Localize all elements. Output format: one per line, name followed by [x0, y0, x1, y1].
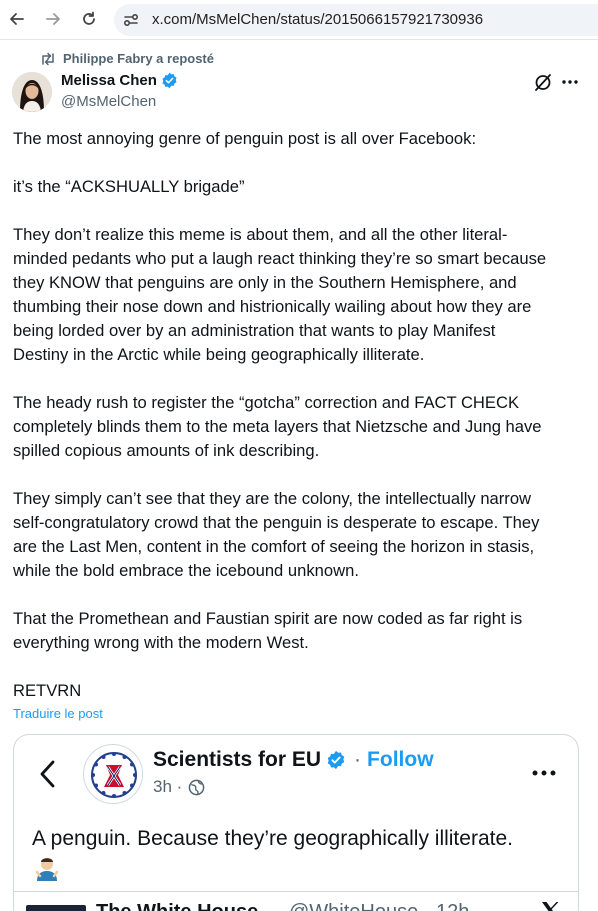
- quoted-avatar: [83, 744, 143, 804]
- url-text[interactable]: x.com/MsMelChen/status/20150661579217309…: [152, 11, 483, 28]
- avatar-photo: [12, 72, 52, 112]
- verified-badge-icon: [327, 750, 345, 770]
- tweet-paragraph: That the Promethean and Faustian spirit …: [13, 609, 523, 652]
- back-button[interactable]: [6, 8, 28, 30]
- quoted-author-name[interactable]: Scientists for EU: [153, 748, 321, 772]
- separator-dot: ·: [354, 748, 362, 771]
- reload-button[interactable]: [78, 8, 100, 30]
- person-shrugging-emoji-icon: [35, 858, 59, 881]
- quoted-divider: [14, 891, 578, 892]
- quoted-timestamp-row: 3h ·: [153, 777, 205, 797]
- nested-quote-handle: @WhiteHouse · 12h: [289, 901, 469, 911]
- reload-icon: [83, 11, 95, 25]
- address-bar[interactable]: x.com/MsMelChen/status/20150661579217309…: [114, 4, 598, 36]
- tweet-paragraph: They don’t realize this meme is about th…: [13, 225, 547, 364]
- repost-text[interactable]: Philippe Fabry a reposté: [63, 51, 214, 66]
- tweet-paragraph: The heady rush to register the “gotcha” …: [13, 393, 542, 460]
- author-name[interactable]: Melissa Chen: [61, 72, 178, 89]
- arrow-right-icon: [46, 13, 60, 25]
- eu-science-logo-icon: [85, 746, 142, 803]
- arrow-left-icon: [10, 13, 24, 25]
- repost-indicator[interactable]: Philippe Fabry a reposté: [40, 51, 214, 66]
- author-avatar[interactable]: [12, 72, 52, 112]
- browser-toolbar: x.com/MsMelChen/status/20150661579217309…: [0, 0, 598, 40]
- tweet-body: The most annoying genre of penguin post …: [13, 127, 588, 703]
- site-settings-icon[interactable]: [122, 11, 140, 29]
- author-name-text[interactable]: Melissa Chen: [61, 72, 157, 89]
- forward-button[interactable]: [42, 8, 64, 30]
- repost-icon: [42, 52, 54, 65]
- x-logo-icon: [542, 902, 559, 911]
- nested-quote-avatar: [26, 905, 86, 911]
- quoted-author-row: Scientists for EU · Follow: [153, 748, 434, 772]
- nested-quote-author-name[interactable]: The White House: [96, 901, 258, 911]
- grok-icon[interactable]: [533, 72, 553, 92]
- tweet-paragraph: The most annoying genre of penguin post …: [13, 129, 477, 148]
- tweet-paragraph: RETVRN: [13, 681, 82, 700]
- chevron-left-icon: [40, 760, 55, 788]
- globe-icon: [188, 779, 205, 795]
- quoted-post-text: A penguin. Because they’re geographicall…: [32, 827, 513, 850]
- quoted-post[interactable]: Scientists for EU · Follow 3h · A pengui…: [13, 734, 579, 911]
- tweet-paragraph: it’s the “ACKSHUALLY brigade”: [13, 177, 245, 196]
- author-handle[interactable]: @MsMelChen: [61, 93, 156, 110]
- quoted-timestamp: 3h ·: [153, 777, 183, 796]
- follow-button[interactable]: Follow: [367, 748, 434, 772]
- more-options-icon[interactable]: [529, 763, 559, 783]
- tweet-paragraph: They simply can’t see that they are the …: [13, 489, 540, 580]
- verified-badge-icon: [162, 72, 177, 89]
- translate-post-link[interactable]: Traduire le post: [13, 706, 103, 721]
- more-options-icon[interactable]: [560, 72, 580, 92]
